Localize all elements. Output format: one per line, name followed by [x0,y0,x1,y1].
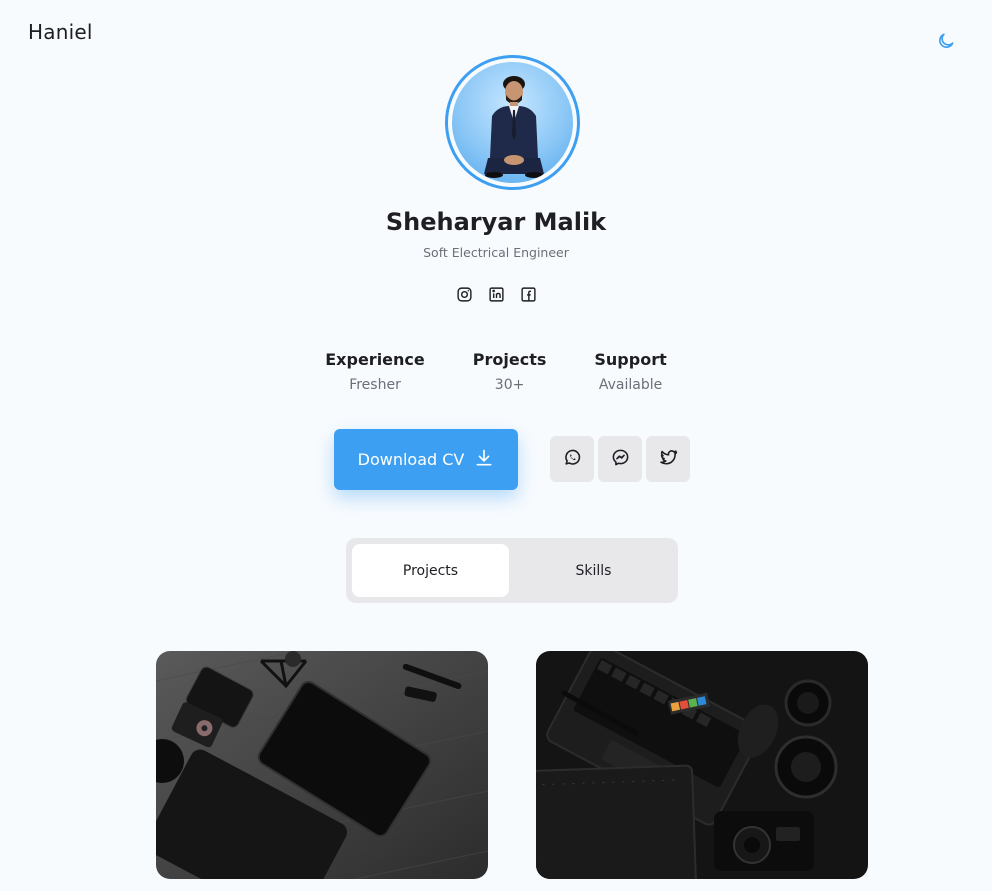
project-image [536,651,868,879]
profile-role: Soft Electrical Engineer [423,245,569,260]
stats-row: Experience Fresher Projects 30+ Support … [0,350,992,393]
download-cv-button[interactable]: Download CV [334,429,518,490]
tab-projects[interactable]: Projects [352,544,509,597]
stat-value: Fresher [349,377,401,393]
stat-support: Support Available [594,350,666,393]
twitter-button[interactable] [646,436,690,482]
stat-experience: Experience Fresher [325,350,425,393]
stat-projects: Projects 30+ [473,350,547,393]
avatar [445,55,580,190]
stat-title: Support [594,350,667,369]
theme-toggle-button[interactable] [933,30,959,56]
download-icon [474,448,494,472]
portfolio-page: Haniel Sheharyar Malik Soft Electrical E… [0,0,992,891]
linkedin-link[interactable] [487,286,505,307]
twitter-icon [659,448,678,471]
instagram-icon [456,286,473,307]
stat-title: Projects [472,350,547,369]
stat-title: Experience [325,350,425,369]
stat-value: 30+ [494,377,525,393]
messenger-button[interactable] [598,436,642,482]
section-tabs: Projects Skills [346,538,678,603]
whatsapp-icon [563,448,582,471]
messenger-icon [611,448,630,471]
project-card[interactable] [156,651,488,879]
facebook-link[interactable] [519,286,537,307]
whatsapp-button[interactable] [550,436,594,482]
social-links [0,286,992,307]
tab-skills[interactable]: Skills [515,544,672,597]
profile-photo [452,62,573,183]
profile-name: Sheharyar Malik [385,208,607,236]
stat-value: Available [598,377,663,393]
linkedin-icon [488,286,505,307]
instagram-link[interactable] [455,286,473,307]
download-cv-label: Download CV [357,450,465,469]
facebook-icon [520,286,537,307]
brand-logo[interactable]: Haniel [28,20,93,44]
project-card[interactable] [536,651,868,879]
moon-icon [936,31,956,55]
project-image [156,651,488,879]
